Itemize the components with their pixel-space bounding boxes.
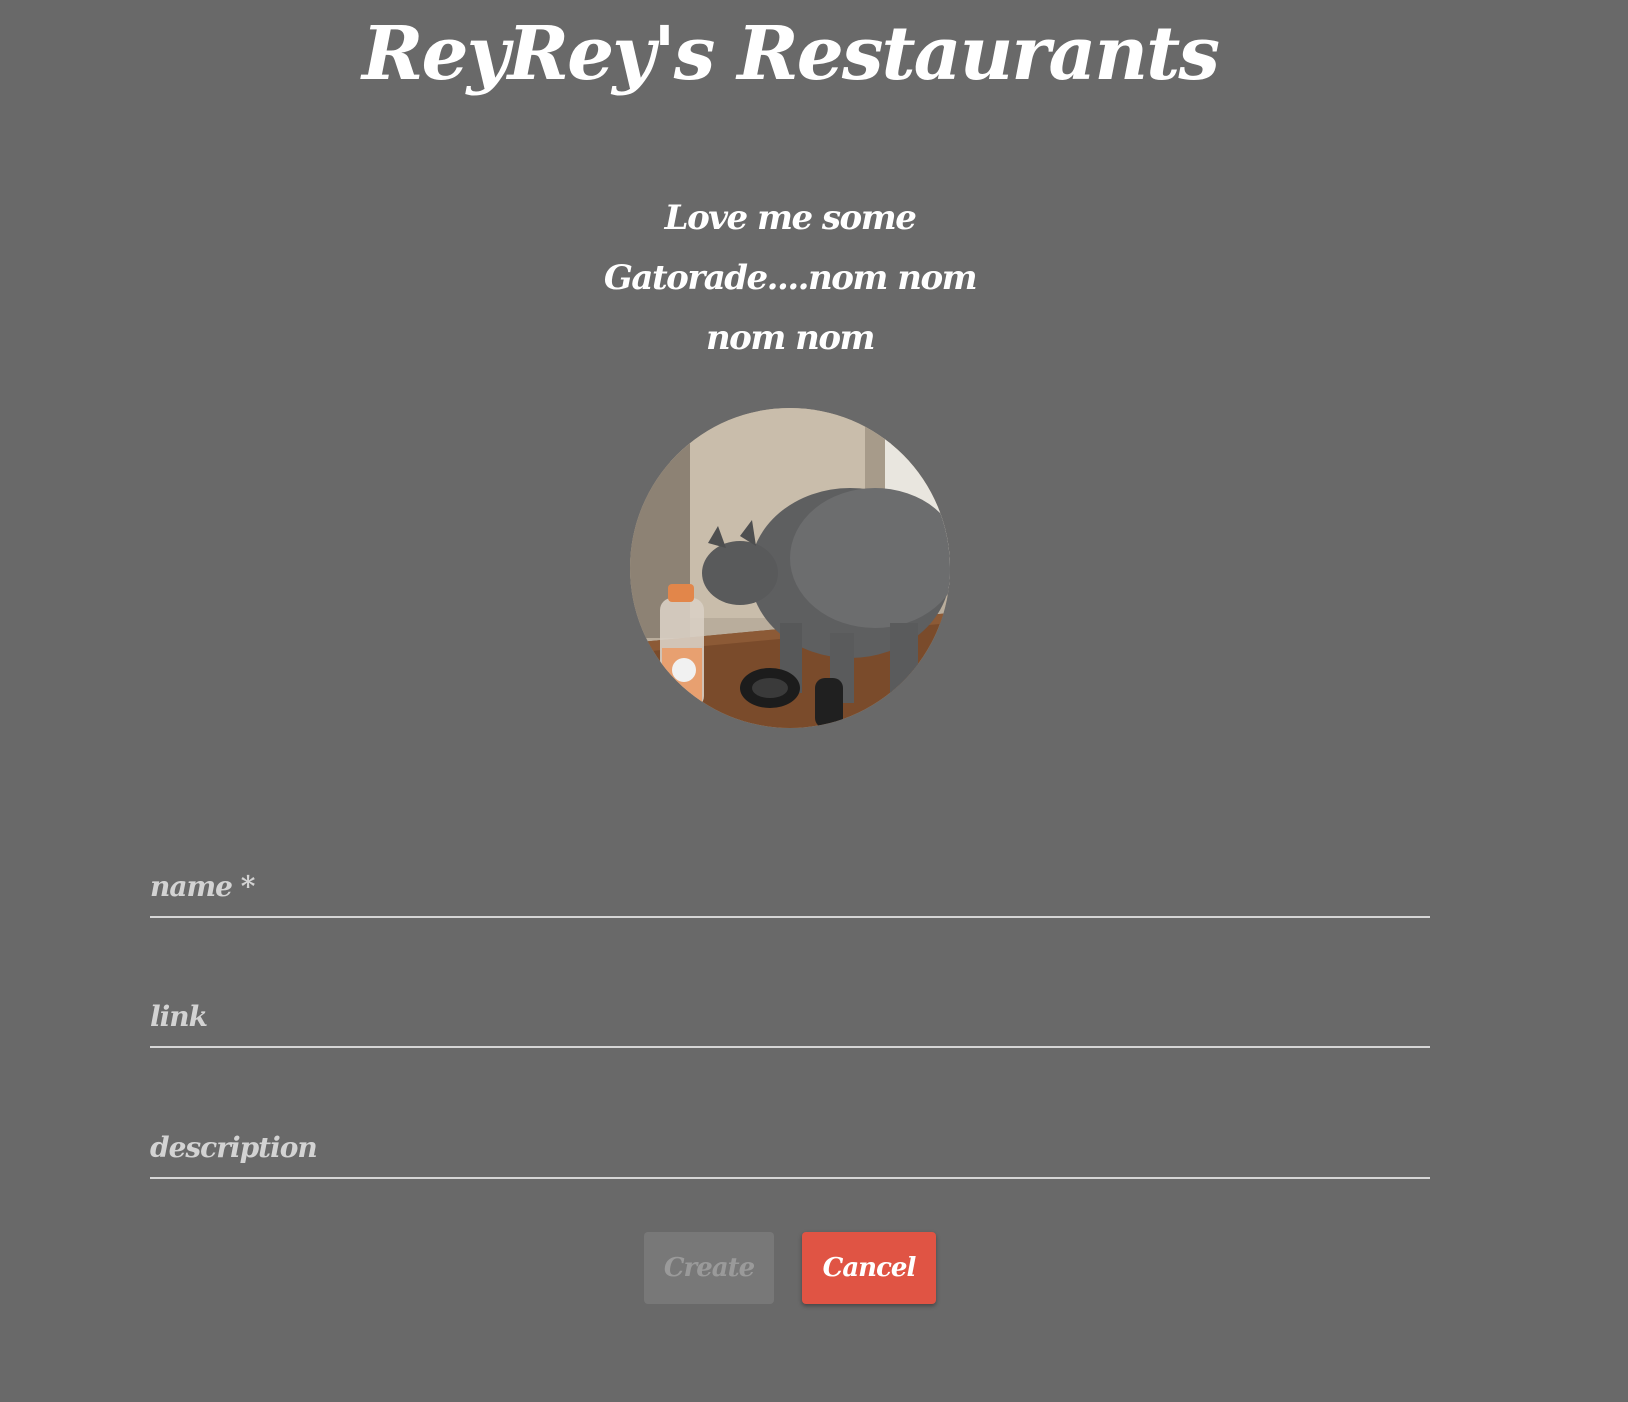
- create-button[interactable]: Create: [644, 1232, 774, 1304]
- link-input[interactable]: [150, 992, 1430, 1040]
- name-input[interactable]: [150, 862, 1430, 910]
- page-title: ReyRey's Restaurants: [362, 11, 1220, 97]
- cancel-button[interactable]: Cancel: [802, 1232, 936, 1304]
- description-input[interactable]: [150, 1123, 1430, 1171]
- tagline-text: Love me some Gatorade....nom nom nom nom: [603, 198, 978, 358]
- link-field-wrapper: [150, 976, 1430, 1048]
- name-field-wrapper: [150, 846, 1430, 918]
- cat-photo-icon: [630, 408, 950, 728]
- avatar: [630, 408, 950, 728]
- description-field-wrapper: [150, 1107, 1430, 1179]
